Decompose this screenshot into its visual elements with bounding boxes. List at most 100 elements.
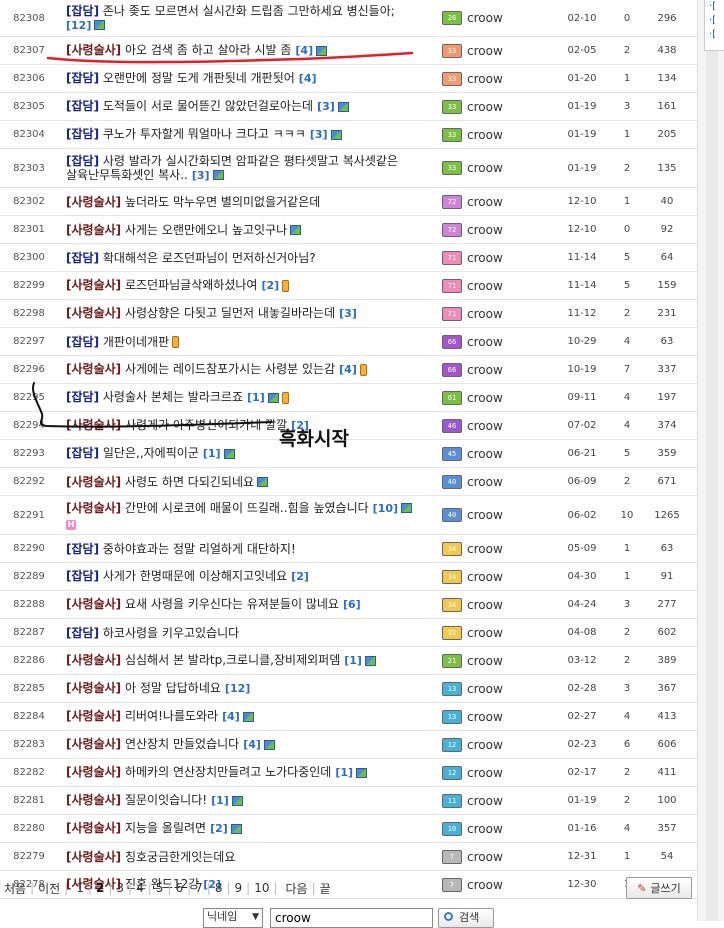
comment-count[interactable]: [1] (211, 794, 229, 807)
post-subject[interactable]: [사령술사] 리버여!나를도와라 [4] (66, 703, 434, 730)
post-writer[interactable]: 40 croow (442, 496, 562, 534)
post-title[interactable]: 사게가 한명때문에 이상해지고잇네요 (103, 569, 287, 583)
comment-count[interactable]: [4] (243, 738, 261, 751)
post-subject[interactable]: [사령술사] 아오 검색 좀 하고 살아라 시발 좀 [4] (66, 37, 434, 64)
post-subject[interactable]: [잡담] 사령술사 본체는 발라크르죠 [1] (66, 384, 434, 411)
pager-page-5[interactable]: 5 (152, 881, 168, 895)
post-title-continued[interactable]: 살육난무특화셋인 복사.. (66, 168, 188, 182)
comment-count[interactable]: [2] (210, 822, 228, 835)
post-writer[interactable]: 13 croow (442, 675, 562, 702)
comment-count[interactable]: [4] (299, 72, 317, 85)
writer-name[interactable]: croow (467, 335, 503, 349)
post-writer[interactable]: 45 croow (442, 440, 562, 467)
post-subject[interactable]: [사령술사] 지능을 올릴려면 [2] (66, 815, 434, 842)
side-panel-link[interactable]: ·[ (705, 14, 724, 28)
post-subject[interactable]: [잡담] 오랜만에 정말 도게 개판됫네 개판됫어 [4] (66, 65, 434, 92)
post-title[interactable]: 사령게가 아주병신이되가네 깔깔 (125, 418, 287, 432)
post-writer[interactable]: 12 croow (442, 759, 562, 786)
post-subject[interactable]: [사령술사] 사령게가 아주병신이되가네 깔깔 [2] (66, 412, 434, 439)
scrollbar[interactable] (706, 0, 718, 921)
post-title[interactable]: 아 정말 답답하네요 (125, 681, 221, 695)
post-writer[interactable]: 33 croow (442, 65, 562, 92)
post-title[interactable]: 사게에는 레이드참포가시는 사령분 있는감 (125, 362, 335, 376)
post-writer[interactable]: 71 croow (442, 244, 562, 271)
scrollbar-track[interactable] (697, 0, 724, 921)
comment-count[interactable]: [2] (291, 570, 309, 583)
post-title[interactable]: 존나 좆도 모르면서 실시간화 드립좀 그만하세요 병신들아; (103, 4, 395, 18)
pager-page-2[interactable]: 2 (92, 881, 108, 895)
search-input[interactable] (270, 908, 433, 928)
writer-name[interactable]: croow (467, 738, 503, 752)
comment-count[interactable]: [12] (66, 19, 91, 32)
writer-name[interactable]: croow (467, 251, 503, 265)
comment-count[interactable]: [1] (335, 766, 353, 779)
post-subject[interactable]: [사령술사] 칭호궁금한게잇는데요 (66, 843, 434, 870)
writer-name[interactable]: croow (467, 682, 503, 696)
writer-name[interactable]: croow (467, 766, 503, 780)
comment-count[interactable]: [4] (339, 363, 357, 376)
side-panel-link[interactable]: ·[ (705, 28, 724, 42)
writer-name[interactable]: croow (467, 508, 503, 522)
writer-name[interactable]: croow (467, 419, 503, 433)
post-writer[interactable]: 40 croow (442, 468, 562, 495)
post-writer[interactable]: 32 croow (442, 619, 562, 646)
post-writer[interactable]: 66 croow (442, 328, 562, 355)
post-writer[interactable]: 26 croow (442, 0, 562, 36)
post-writer[interactable]: 34 croow (442, 591, 562, 618)
writer-name[interactable]: croow (467, 654, 503, 668)
writer-name[interactable]: croow (467, 391, 503, 405)
writer-name[interactable]: croow (467, 128, 503, 142)
post-title[interactable]: 높더라도 막누우면 별의미없을거같은데 (125, 195, 320, 209)
post-subject[interactable]: [사령술사] 아 정말 답답하네요 [12] (66, 675, 434, 702)
post-subject[interactable]: [잡담] 쿠노가 투자할게 뭐얼마나 크다고 ㅋㅋㅋ [3] (66, 121, 434, 148)
post-subject[interactable]: [잡담] 중하야효과는 정말 리얼하게 대단하지! (66, 535, 434, 562)
comment-count[interactable]: [3] (339, 307, 357, 320)
post-title[interactable]: 리버여!나를도와라 (125, 709, 218, 723)
comment-count[interactable]: [3] (310, 128, 328, 141)
writer-name[interactable]: croow (467, 279, 503, 293)
post-writer[interactable]: 33 croow (442, 149, 562, 187)
post-subject[interactable]: [잡담] 사게가 한명때문에 이상해지고잇네요 [2] (66, 563, 434, 590)
post-subject[interactable]: [사령술사] 심심해서 본 발라tp,크로니클,장비제외퍼뎀 [1] (66, 647, 434, 674)
post-writer[interactable]: 61 croow (442, 384, 562, 411)
search-button[interactable]: 검색 (438, 908, 494, 928)
post-title[interactable]: 연산장치 만들었습니다 (125, 737, 239, 751)
writer-name[interactable]: croow (467, 100, 503, 114)
post-title[interactable]: 확대해석은 로즈던파님이 먼저하신거아님? (103, 251, 316, 265)
post-writer[interactable]: 13 croow (442, 703, 562, 730)
comment-count[interactable]: [12] (225, 682, 250, 695)
post-title[interactable]: 심심해서 본 발라tp,크로니클,장비제외퍼뎀 (125, 653, 340, 667)
post-title[interactable]: 개판이네개판 (103, 335, 169, 349)
pager-page-1[interactable]: 1 (72, 881, 88, 895)
writer-name[interactable]: croow (467, 570, 503, 584)
comment-count[interactable]: [4] (222, 710, 240, 723)
post-title[interactable]: 하코사령을 키우고있습니다 (103, 626, 239, 640)
pager-page-6[interactable]: 6 (171, 881, 187, 895)
writer-name[interactable]: croow (467, 307, 503, 321)
post-title[interactable]: 사게는 오랜만에오니 높고잇구나 (125, 223, 287, 237)
comment-count[interactable]: [6] (343, 598, 361, 611)
post-title[interactable]: 질문이잇습니다! (125, 793, 207, 807)
writer-name[interactable]: croow (467, 878, 503, 892)
post-title[interactable]: 하메카의 연산장치만들려고 노가다중인데 (125, 765, 331, 779)
writer-name[interactable]: croow (467, 710, 503, 724)
comment-count[interactable]: [1] (344, 654, 362, 667)
pager-first[interactable]: 처음 (0, 880, 30, 897)
writer-name[interactable]: croow (467, 223, 503, 237)
post-subject[interactable]: [사령술사] 높더라도 막누우면 별의미없을거같은데 (66, 188, 434, 215)
writer-name[interactable]: croow (467, 794, 503, 808)
post-title[interactable]: 칭호궁금한게잇는데요 (125, 850, 235, 864)
writer-name[interactable]: croow (467, 542, 503, 556)
post-subject[interactable]: [잡담] 하코사령을 키우고있습니다 (66, 619, 434, 646)
pager-page-8[interactable]: 8 (211, 881, 227, 895)
post-writer[interactable]: 33 croow (442, 37, 562, 64)
post-writer[interactable]: 12 croow (442, 731, 562, 758)
writer-name[interactable]: croow (467, 11, 503, 25)
post-title[interactable]: 쿠노가 투자할게 뭐얼마나 크다고 ㅋㅋㅋ (103, 127, 306, 141)
post-subject[interactable]: [잡담] 도적들이 서로 물어뜯긴 않았던걸로아는데 [3] (66, 93, 434, 120)
writer-name[interactable]: croow (467, 447, 503, 461)
search-field-select[interactable]: 닉네임 ▼ (203, 908, 263, 928)
writer-name[interactable]: croow (467, 850, 503, 864)
post-title[interactable]: 일단은,,자에픽이군 (103, 446, 199, 460)
post-writer[interactable]: 10 croow (442, 815, 562, 842)
